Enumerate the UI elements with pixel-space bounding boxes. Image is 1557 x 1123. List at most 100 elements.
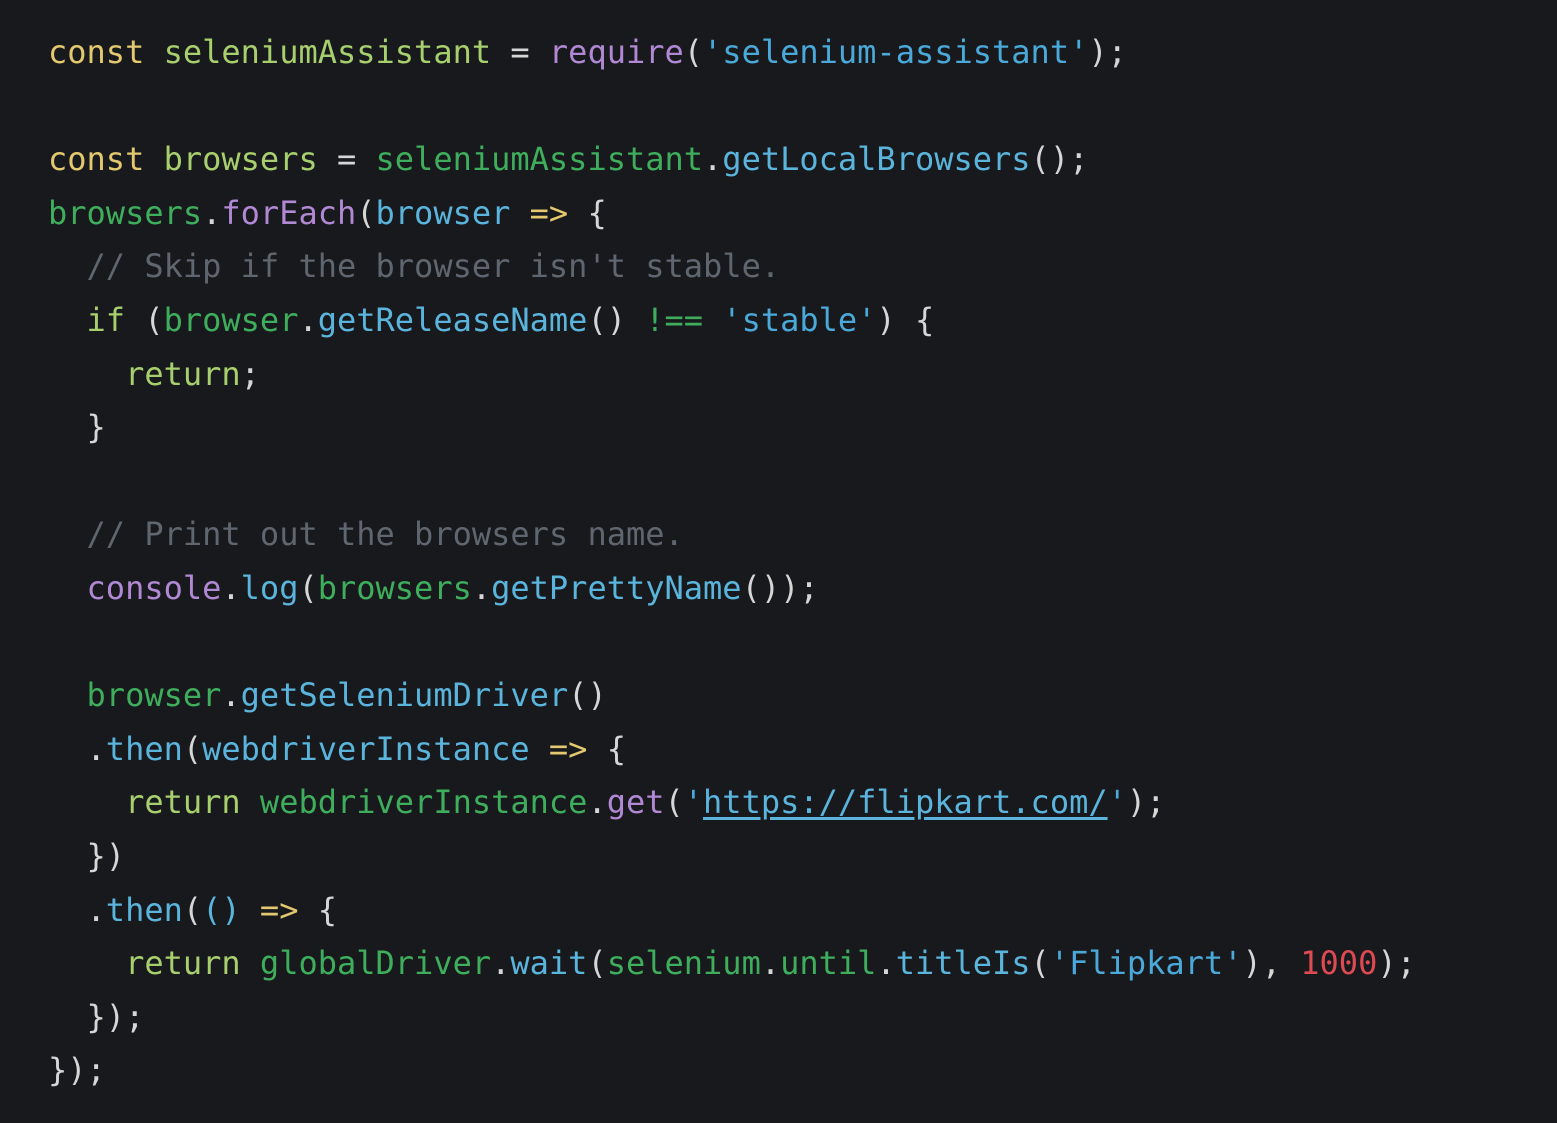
code-token: . [202,193,222,232]
code-line: if (browser.getReleaseName() !== 'stable… [48,294,1557,348]
code-token: 'selenium-assistant' [703,33,1089,71]
code-link[interactable]: https://flipkart.com/ [703,783,1108,821]
code-token: = [491,33,549,71]
code-token: seleniumAssistant [375,140,704,179]
code-token: . [298,300,318,339]
code-token: then [105,890,183,929]
code-line: }); [48,1044,1557,1098]
code-token: getPrettyName [491,568,742,607]
code-token: . [491,944,511,983]
code-token: ), [1242,944,1301,983]
code-token: // Skip if the browser isn't stable. [48,247,781,286]
code-line: // Print out the browsers name. [48,508,1557,562]
code-editor[interactable]: const seleniumAssistant = require('selen… [0,0,1557,1123]
code-token: browser [163,300,299,339]
code-line: return webdriverInstance.get('https://fl… [48,776,1557,830]
code-token: ' [683,783,704,822]
code-token: getLocalBrowsers [722,140,1031,179]
code-token: webdriverInstance [202,729,530,768]
code-token: ()); [741,568,819,607]
code-token: console [86,568,222,607]
code-line: }) [48,830,1557,884]
code-line: browser.getSeleniumDriver() [48,669,1557,723]
code-token: ( [683,33,704,71]
code-token: . [587,783,607,822]
code-line: return globalDriver.wait(selenium.until.… [48,937,1557,991]
code-line: const seleniumAssistant = require('selen… [48,26,1557,80]
code-token: ); [1126,783,1166,822]
code-token: => [529,729,607,768]
code-token: ( [1030,944,1050,983]
code-token: until [780,944,877,983]
code-token: globalDriver [259,944,492,983]
code-token: 1000 [1300,944,1378,983]
code-token: then [105,729,183,768]
code-token: . [471,568,492,607]
code-token: . [760,944,781,983]
code-token: () [587,300,646,339]
code-token: !== [645,300,704,339]
code-token: { [587,193,607,232]
code-token: browser [375,193,511,232]
code-line: } [48,401,1557,455]
code-token: ); [1377,944,1416,983]
code-token: browsers [317,568,472,607]
code-token: ); [1088,33,1127,71]
code-token: require [548,33,684,71]
code-token: }); [48,1051,106,1090]
code-token: const [48,33,164,71]
code-token: browsers [48,193,203,232]
code-token: log [240,568,299,607]
code-token: getSeleniumDriver [240,676,569,715]
code-line: console.log(browsers.getPrettyName()); [48,562,1557,616]
code-token: forEach [221,193,357,232]
code-token: ( [298,568,318,607]
code-line: return; [48,348,1557,402]
code-token: }); [48,997,145,1036]
code-token: . [876,944,896,983]
code-token: } [48,408,106,447]
code-line: .then(() => { [48,884,1557,938]
code-token: const [48,140,164,179]
code-line: }); [48,991,1557,1045]
code-token: = [317,140,376,179]
code-token: 'stable' [722,300,877,339]
code-line: // Skip if the browser isn't stable. [48,240,1557,294]
code-token: () [202,890,241,929]
code-token: ( [182,729,203,768]
code-token: ' [1107,783,1127,822]
code-token: ( [356,193,376,232]
code-token: if [86,300,126,339]
code-token: ( [125,300,164,339]
code-token: get [606,783,665,822]
code-token: { [317,890,337,929]
code-token: return [125,354,241,393]
code-token: getReleaseName [317,300,588,339]
code-token: => [510,193,588,232]
code-token: seleniumAssistant [163,33,492,71]
code-token: ( [587,944,607,983]
code-token: { [606,729,626,768]
code-token: browser [86,676,222,715]
code-token: (); [1030,140,1089,179]
code-line: browsers.forEach(browser => { [48,187,1557,241]
code-token: ; [240,354,260,393]
code-token: . [48,890,106,929]
code-token: 'Flipkart' [1049,944,1243,983]
code-token: browsers [163,140,318,179]
code-token: () [568,676,607,715]
code-token: . [221,568,241,607]
code-token: ( [182,890,203,929]
code-token: ( [664,783,684,822]
code-line: .then(webdriverInstance => { [48,723,1557,777]
